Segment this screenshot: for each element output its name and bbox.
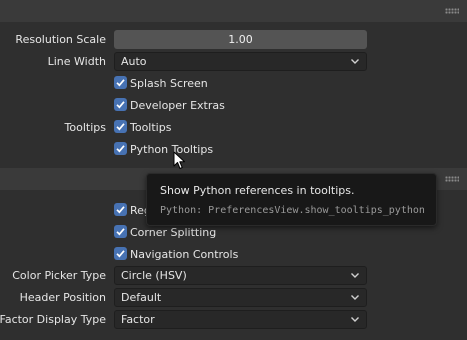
python-tooltip-popup: Show Python references in tooltips. Pyth…: [146, 173, 437, 226]
header-position-label: Header Position: [19, 291, 106, 304]
header-position-select[interactable]: Default: [114, 288, 367, 307]
developer-extras-row: Developer Extras: [0, 96, 467, 116]
grip-icon[interactable]: [445, 176, 459, 182]
color-picker-type-value: Circle (HSV): [121, 269, 187, 282]
developer-extras-label[interactable]: Developer Extras: [130, 99, 225, 112]
developer-extras-checkbox[interactable]: [114, 98, 127, 111]
corner-splitting-row: Corner Splitting: [0, 223, 467, 243]
tooltips-group-label: Tooltips: [64, 121, 106, 134]
python-tooltips-label[interactable]: Python Tooltips: [130, 143, 213, 156]
python-tooltips-row: Python Tooltips: [0, 140, 467, 160]
python-tooltips-checkbox[interactable]: [114, 142, 127, 155]
splash-screen-label[interactable]: Splash Screen: [130, 77, 208, 90]
line-width-row: Line Width Auto: [0, 52, 467, 72]
navigation-controls-label[interactable]: Navigation Controls: [130, 248, 238, 261]
grip-icon[interactable]: [445, 8, 459, 14]
panel-header-top[interactable]: [0, 0, 467, 22]
factor-display-type-row: Factor Display Type Factor: [0, 310, 467, 330]
resolution-scale-row: Resolution Scale 1.00: [0, 30, 467, 50]
header-position-row: Header Position Default: [0, 288, 467, 308]
region-overlap-checkbox[interactable]: [114, 203, 127, 216]
navigation-controls-checkbox[interactable]: [114, 247, 127, 260]
checkmark-icon: [116, 206, 125, 214]
tooltip-description: Show Python references in tooltips.: [160, 184, 355, 197]
chevron-down-icon: [351, 59, 359, 64]
factor-display-type-select[interactable]: Factor: [114, 310, 367, 329]
navigation-controls-row: Navigation Controls: [0, 245, 467, 265]
checkmark-icon: [116, 123, 125, 131]
tooltip-python-path: Python: PreferencesView.show_tooltips_py…: [160, 205, 425, 216]
checkmark-icon: [116, 145, 125, 153]
chevron-down-icon: [351, 317, 359, 322]
line-width-select[interactable]: Auto: [114, 52, 367, 71]
tooltips-checkbox[interactable]: [114, 120, 127, 133]
splash-screen-checkbox[interactable]: [114, 76, 127, 89]
checkmark-icon: [116, 228, 125, 236]
checkmark-icon: [116, 250, 125, 258]
header-position-value: Default: [121, 291, 162, 304]
factor-display-type-label: Factor Display Type: [0, 313, 106, 326]
line-width-label: Line Width: [47, 55, 106, 68]
splash-screen-row: Splash Screen: [0, 74, 467, 94]
resolution-scale-field[interactable]: 1.00: [114, 30, 367, 49]
corner-splitting-checkbox[interactable]: [114, 225, 127, 238]
resolution-scale-label: Resolution Scale: [15, 33, 106, 46]
color-picker-type-label: Color Picker Type: [12, 269, 106, 282]
color-picker-type-row: Color Picker Type Circle (HSV): [0, 266, 467, 286]
tooltips-row: Tooltips Tooltips: [0, 118, 467, 138]
tooltips-label[interactable]: Tooltips: [130, 121, 171, 134]
line-width-value: Auto: [121, 55, 147, 68]
chevron-down-icon: [351, 295, 359, 300]
factor-display-type-value: Factor: [121, 313, 155, 326]
corner-splitting-label[interactable]: Corner Splitting: [130, 226, 216, 239]
checkmark-icon: [116, 79, 125, 87]
color-picker-type-select[interactable]: Circle (HSV): [114, 266, 367, 285]
checkmark-icon: [116, 101, 125, 109]
mouse-cursor-icon: [173, 151, 185, 169]
chevron-down-icon: [351, 273, 359, 278]
